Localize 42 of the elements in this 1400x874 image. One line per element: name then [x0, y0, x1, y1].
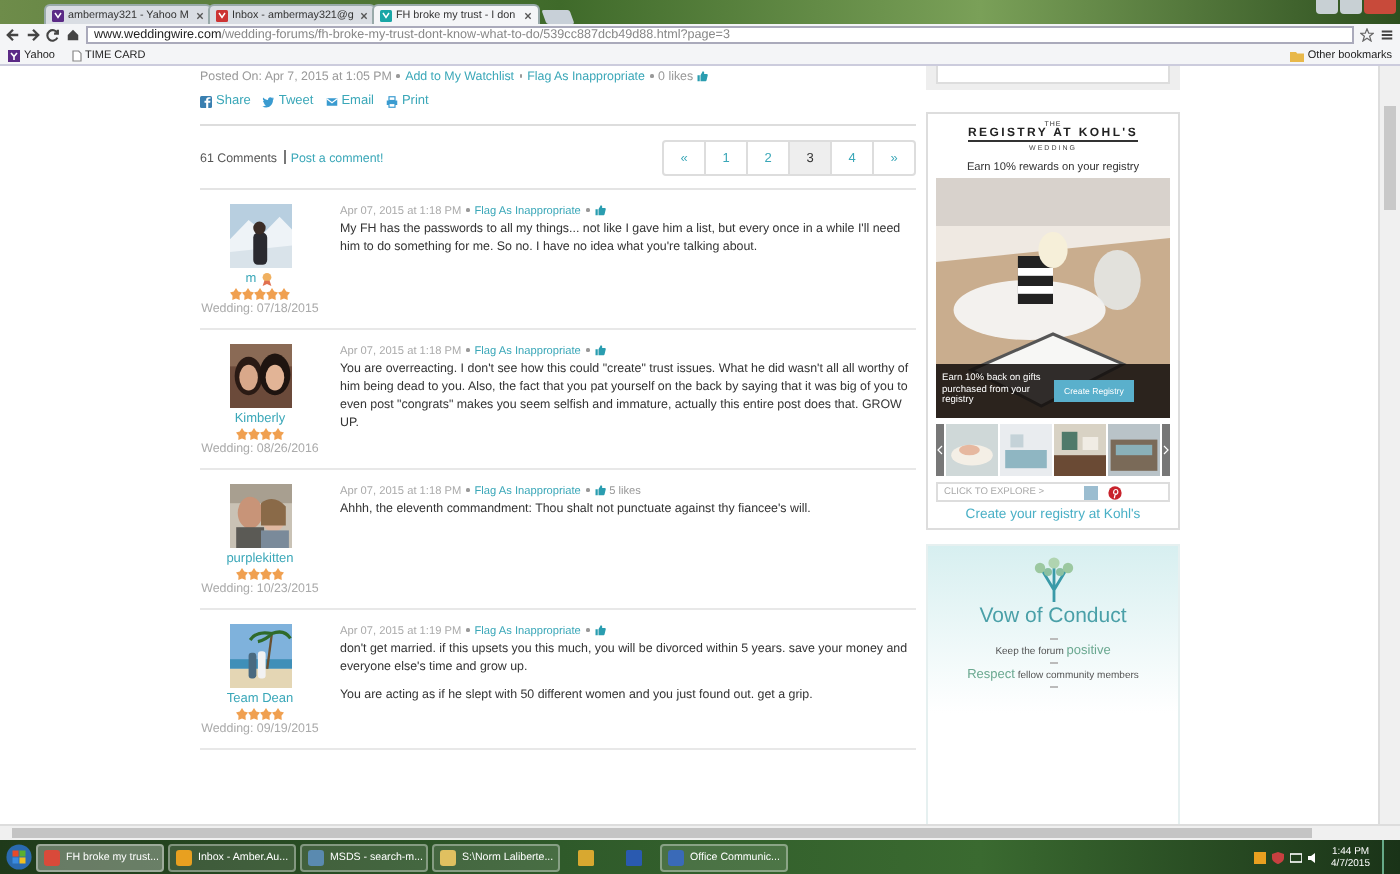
reload-icon[interactable]	[46, 28, 60, 42]
bird-icon	[262, 95, 275, 107]
thumbs-up-icon[interactable]	[594, 624, 607, 636]
vertical-scrollbar[interactable]	[1378, 66, 1400, 824]
separator-dot	[649, 74, 654, 78]
separator-dot	[585, 208, 590, 212]
app-icon	[308, 849, 324, 865]
separator-dot	[396, 74, 401, 78]
home-icon[interactable]	[66, 28, 80, 42]
separator-dot	[466, 208, 470, 212]
close-icon[interactable]	[360, 11, 368, 19]
new-tab-button[interactable]	[541, 10, 575, 24]
separator-dot	[585, 628, 590, 632]
back-icon[interactable]	[6, 28, 20, 42]
forward-icon[interactable]	[26, 28, 40, 42]
panel-title: Vow of Conduct	[979, 604, 1127, 628]
close-icon[interactable]	[196, 11, 204, 19]
menu-icon[interactable]	[1380, 28, 1394, 42]
thumbs-up-icon[interactable]	[594, 484, 607, 496]
separator-dot	[466, 628, 470, 632]
thumbs-up-icon[interactable]	[594, 344, 607, 356]
star-icon[interactable]	[1360, 28, 1374, 42]
separator-dot	[466, 348, 470, 352]
separator-dot	[585, 488, 590, 492]
start-button[interactable]	[6, 844, 32, 870]
app-icon	[176, 849, 192, 865]
separator-dot	[585, 348, 590, 352]
close-icon[interactable]	[524, 11, 532, 19]
app-icon	[44, 849, 60, 865]
thumbs-up-icon[interactable]	[696, 70, 709, 82]
app-icon	[440, 849, 456, 865]
volume-icon[interactable]	[1307, 851, 1320, 863]
shield-icon[interactable]	[1271, 851, 1284, 863]
pinterest-icon[interactable]	[1108, 485, 1122, 499]
horizontal-scrollbar[interactable]	[0, 824, 1400, 840]
tree-icon	[1029, 554, 1077, 602]
thumbs-up-icon[interactable]	[594, 204, 607, 216]
separator-dot	[466, 488, 470, 492]
network-icon[interactable]	[1289, 851, 1302, 863]
app-icon	[668, 849, 684, 865]
printer-icon	[385, 95, 398, 107]
tray-icon[interactable]	[1253, 851, 1266, 863]
